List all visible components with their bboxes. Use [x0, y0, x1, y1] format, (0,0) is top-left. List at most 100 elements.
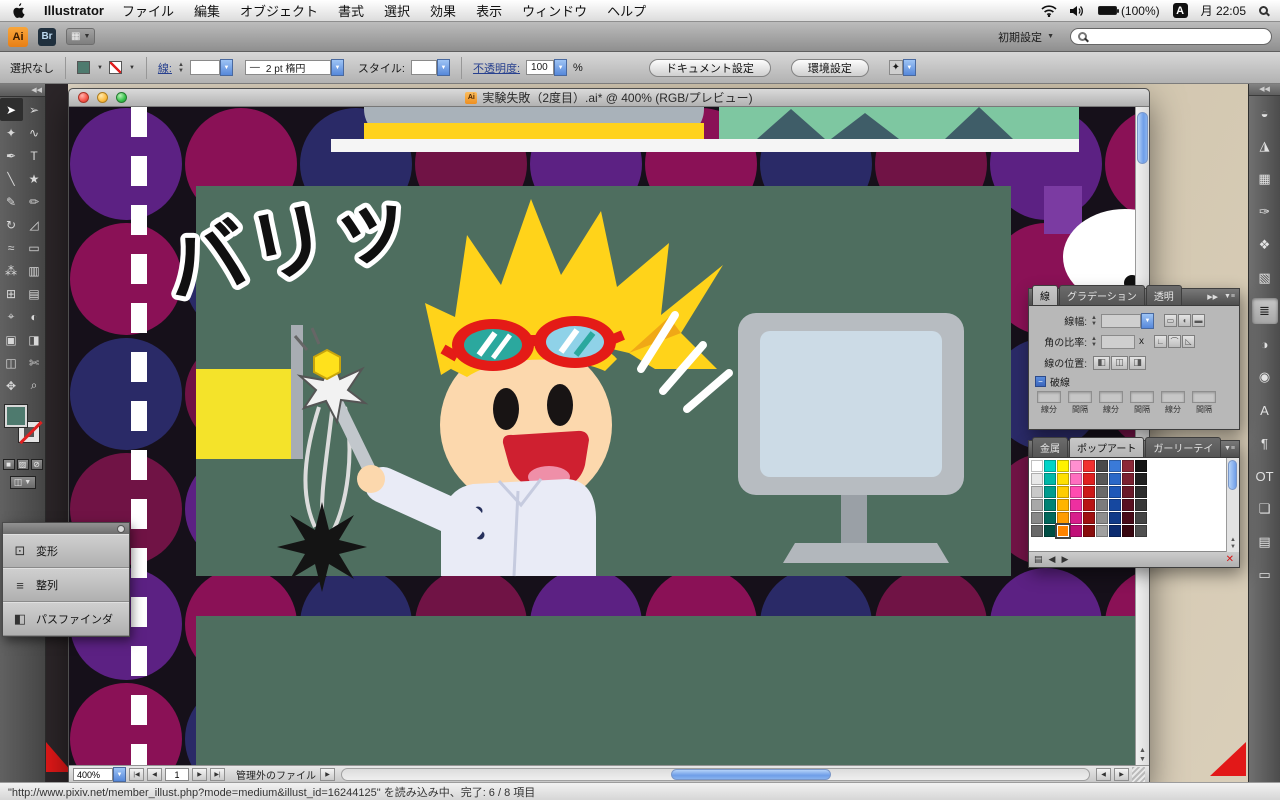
spotlight-icon[interactable]: [1259, 6, 1268, 15]
color-swatch[interactable]: [1109, 460, 1121, 472]
scroll-down-button[interactable]: ▼: [1139, 756, 1146, 763]
volume-icon[interactable]: [1069, 5, 1085, 17]
color-guide-panel-icon[interactable]: ◮: [1252, 133, 1278, 159]
pencil-tool[interactable]: ✏: [23, 190, 46, 213]
color-swatch[interactable]: [1031, 499, 1043, 511]
color-swatch[interactable]: [1122, 473, 1134, 485]
vertical-scrollbar[interactable]: ▲ ▼: [1135, 107, 1149, 765]
color-swatch[interactable]: [1031, 512, 1043, 524]
color-swatch[interactable]: [1096, 473, 1108, 485]
stroke-weight-field[interactable]: [189, 60, 220, 75]
color-swatch[interactable]: [1096, 512, 1108, 524]
color-swatch[interactable]: [1096, 525, 1108, 537]
style-combo[interactable]: ▼: [410, 59, 450, 76]
panel-menu-icon[interactable]: ▼≡: [1224, 293, 1235, 301]
minimize-button[interactable]: [97, 92, 108, 103]
transparency-panel-icon[interactable]: ◑: [1252, 331, 1278, 357]
layers-panel-icon[interactable]: ▤: [1252, 529, 1278, 555]
color-swatch[interactable]: [1057, 460, 1069, 472]
battery-indicator[interactable]: (100%): [1097, 4, 1160, 18]
color-swatch[interactable]: [1031, 460, 1043, 472]
color-swatch[interactable]: [1057, 512, 1069, 524]
color-swatch[interactable]: [1031, 525, 1043, 537]
color-swatch[interactable]: [1135, 486, 1147, 498]
line-tool[interactable]: ╲: [0, 167, 23, 190]
graph-tool[interactable]: ▥: [23, 259, 46, 282]
menu-item-2[interactable]: オブジェクト: [240, 1, 318, 20]
menu-item-0[interactable]: ファイル: [122, 1, 174, 20]
zoom-combo[interactable]: 400% ▼: [73, 767, 126, 782]
stroke-tab-0[interactable]: 線: [1032, 285, 1058, 305]
color-swatch[interactable]: [1057, 473, 1069, 485]
selection-tool[interactable]: ➤: [0, 98, 23, 121]
gradient-mode-button[interactable]: ▨: [16, 459, 29, 470]
stroke-color-swatch[interactable]: [108, 61, 122, 74]
shape-tool[interactable]: ★: [23, 167, 46, 190]
panel-stack-titlebar[interactable]: [3, 523, 129, 534]
dash-field-5[interactable]: [1192, 391, 1216, 403]
color-swatch[interactable]: [1070, 486, 1082, 498]
color-swatch[interactable]: [1083, 512, 1095, 524]
library-kind-icon[interactable]: ▤: [1034, 554, 1043, 565]
color-swatch[interactable]: [1031, 473, 1043, 485]
color-swatch[interactable]: [1083, 460, 1095, 472]
color-swatch[interactable]: [1044, 460, 1056, 472]
style-dropdown[interactable]: ▼: [436, 59, 450, 76]
color-swatch[interactable]: [1109, 525, 1121, 537]
live-paint-bucket-tool[interactable]: ▣: [0, 328, 23, 351]
status-menu-button[interactable]: ▶: [320, 768, 335, 781]
artboards-panel-icon[interactable]: ▭: [1252, 562, 1278, 588]
magic-wand-tool[interactable]: ✦: [0, 121, 23, 144]
stroke-tab-2[interactable]: 透明: [1145, 285, 1182, 305]
blend-tool[interactable]: ◐: [23, 305, 46, 328]
symbols-panel-icon[interactable]: ❖: [1252, 232, 1278, 258]
last-page-button[interactable]: ▶|: [210, 768, 225, 781]
color-swatch[interactable]: [1135, 460, 1147, 472]
stroke-panel-icon[interactable]: ≣: [1251, 298, 1278, 324]
color-swatch[interactable]: [1096, 499, 1108, 511]
dashed-line-checkbox[interactable]: −: [1035, 376, 1046, 387]
live-paint-selection-tool[interactable]: ◨: [23, 328, 46, 351]
zoom-field[interactable]: 400%: [73, 768, 113, 781]
bridge-button[interactable]: Br: [38, 27, 56, 46]
window-titlebar[interactable]: Ai 実験失敗（2度目）.ai* @ 400% (RGB/プレビュー): [69, 89, 1149, 107]
paintbrush-tool[interactable]: ✎: [0, 190, 23, 213]
swatch-scroll-up-button[interactable]: ▲: [1230, 537, 1236, 544]
dash-field-2[interactable]: [1099, 391, 1123, 403]
opacity-dropdown[interactable]: ▼: [554, 59, 568, 76]
direct-selection-tool[interactable]: ➢: [23, 98, 46, 121]
color-swatch[interactable]: [1122, 486, 1134, 498]
rotate-tool[interactable]: ↻: [0, 213, 23, 236]
color-swatch[interactable]: [1083, 499, 1095, 511]
workspace-switcher[interactable]: 初期設定 ▼: [992, 27, 1060, 47]
zoom-tool[interactable]: ⌕: [23, 374, 46, 397]
first-page-button[interactable]: |◀: [129, 768, 144, 781]
lasso-tool[interactable]: ∿: [23, 121, 46, 144]
character-panel-icon[interactable]: A: [1252, 397, 1278, 423]
style-field[interactable]: [410, 60, 437, 75]
color-swatch[interactable]: [1096, 460, 1108, 472]
panel-stack-item-pathfinder[interactable]: ◧ パスファインダ: [3, 602, 129, 636]
color-swatch[interactable]: [1122, 460, 1134, 472]
miter-stepper[interactable]: ▲ ▼: [1091, 336, 1097, 348]
illustrator-logo-icon[interactable]: Ai: [8, 26, 28, 47]
fill-color-swatch[interactable]: [77, 61, 90, 74]
color-swatch[interactable]: [1135, 473, 1147, 485]
miter-field[interactable]: [1100, 334, 1135, 349]
cap-button-0[interactable]: ▭: [1163, 314, 1177, 327]
panel-stack-item-align[interactable]: ≡ 整列: [3, 568, 129, 602]
scroll-right-button[interactable]: ▶: [1114, 768, 1129, 781]
color-swatch[interactable]: [1122, 512, 1134, 524]
cap-button-1[interactable]: ◖: [1177, 314, 1191, 327]
color-swatch[interactable]: [1135, 525, 1147, 537]
stroke-tab-1[interactable]: グラデーション: [1059, 285, 1145, 305]
color-swatch[interactable]: [1135, 512, 1147, 524]
menu-item-6[interactable]: 表示: [476, 1, 502, 20]
color-panel-icon[interactable]: ◒: [1252, 100, 1278, 126]
gradient-panel-icon[interactable]: ▧: [1252, 265, 1278, 291]
color-swatch[interactable]: [1044, 499, 1056, 511]
weight-stepper[interactable]: ▲ ▼: [1091, 315, 1097, 327]
document-setup-button[interactable]: ドキュメント設定: [648, 58, 771, 77]
color-swatch[interactable]: [1109, 473, 1121, 485]
swatches-tab-1[interactable]: ポップアート: [1069, 437, 1145, 457]
